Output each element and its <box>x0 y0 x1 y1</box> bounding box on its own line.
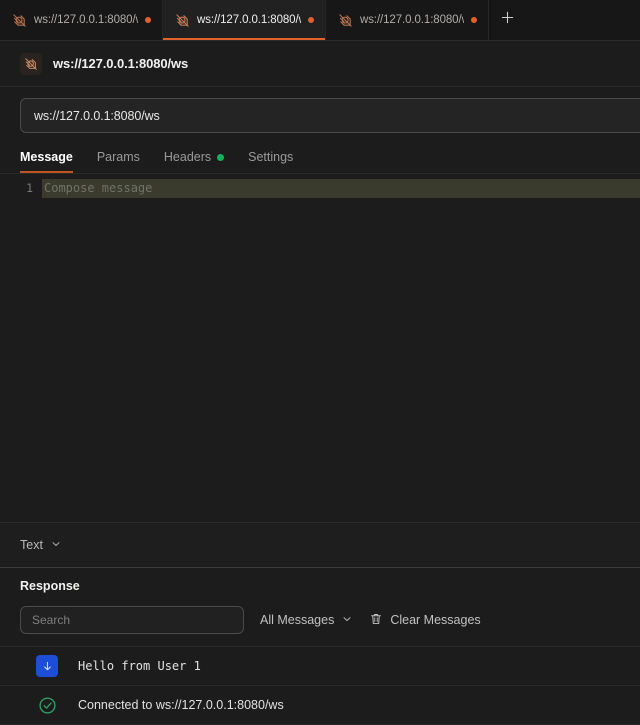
message-format-dropdown[interactable]: Text <box>20 538 62 553</box>
tab-bar: ws://127.0.0.1:8080/ws ws://127.0.0.1:80… <box>0 0 640 41</box>
chevron-down-icon <box>50 538 62 553</box>
response-toolbar: Search All Messages <box>0 593 640 634</box>
trash-icon <box>369 612 383 629</box>
headers-badge-dot-icon <box>217 154 224 161</box>
message-text: Connected to ws://127.0.0.1:8080/ws <box>78 698 284 712</box>
chevron-down-icon <box>341 613 353 628</box>
request-tabs: Message Params Headers Settings <box>0 143 640 174</box>
url-input-value: ws://127.0.0.1:8080/ws <box>34 109 160 123</box>
unsaved-dot-icon <box>145 17 151 23</box>
check-circle-icon <box>36 694 58 716</box>
message-list: Hello from User 1 Connected to ws://127.… <box>0 646 640 725</box>
tab-label: ws://127.0.0.1:8080/ws <box>197 14 301 26</box>
unsaved-dot-icon <box>308 17 314 23</box>
editor-active-line[interactable]: Compose message <box>42 179 640 198</box>
websocket-client-window: ws://127.0.0.1:8080/ws ws://127.0.0.1:80… <box>0 0 640 725</box>
response-heading: Response <box>0 579 640 593</box>
response-section: Response Search All Messages <box>0 567 640 725</box>
arrow-down-icon <box>36 655 58 677</box>
tab-headers[interactable]: Headers <box>164 142 224 173</box>
websocket-disconnected-icon <box>20 53 42 75</box>
tab-item-3[interactable]: ws://127.0.0.1:8080/ws <box>326 0 489 40</box>
clear-messages-label: Clear Messages <box>390 613 480 627</box>
tab-label: ws://127.0.0.1:8080/ws <box>360 14 464 26</box>
websocket-disconnected-icon <box>175 13 190 28</box>
message-text: Hello from User 1 <box>78 659 201 673</box>
clear-messages-button[interactable]: Clear Messages <box>369 612 480 629</box>
search-input[interactable]: Search <box>20 606 244 634</box>
message-format-label: Text <box>20 538 43 552</box>
tab-settings[interactable]: Settings <box>248 142 293 173</box>
plus-icon <box>500 10 515 30</box>
tab-message[interactable]: Message <box>20 142 73 173</box>
message-filter-dropdown[interactable]: All Messages <box>260 613 353 628</box>
tab-params[interactable]: Params <box>97 142 140 173</box>
editor-line-1: 1 Compose message <box>0 179 640 198</box>
unsaved-dot-icon <box>471 17 477 23</box>
message-format-bar: Text <box>0 522 640 567</box>
page-title: ws://127.0.0.1:8080/ws <box>53 56 188 71</box>
search-input-placeholder: Search <box>32 613 70 627</box>
url-input[interactable]: ws://127.0.0.1:8080/ws <box>20 98 640 133</box>
tab-label: ws://127.0.0.1:8080/ws <box>34 14 138 26</box>
tab-message-label: Message <box>20 150 73 164</box>
line-number: 1 <box>0 179 42 198</box>
message-filter-label: All Messages <box>260 613 334 627</box>
tab-item-1[interactable]: ws://127.0.0.1:8080/ws <box>0 0 163 40</box>
url-bar-container: ws://127.0.0.1:8080/ws <box>0 87 640 143</box>
message-row[interactable]: Connected to ws://127.0.0.1:8080/ws <box>0 686 640 725</box>
websocket-disconnected-icon <box>338 13 353 28</box>
editor-placeholder: Compose message <box>44 179 152 198</box>
tab-headers-label: Headers <box>164 150 211 164</box>
tab-item-2[interactable]: ws://127.0.0.1:8080/ws <box>163 0 326 40</box>
new-tab-button[interactable] <box>489 0 525 40</box>
websocket-disconnected-icon <box>12 13 27 28</box>
tab-params-label: Params <box>97 150 140 164</box>
message-row[interactable]: Hello from User 1 <box>0 646 640 686</box>
connection-header: ws://127.0.0.1:8080/ws <box>0 41 640 87</box>
tab-settings-label: Settings <box>248 150 293 164</box>
message-editor[interactable]: 1 Compose message <box>0 174 640 522</box>
